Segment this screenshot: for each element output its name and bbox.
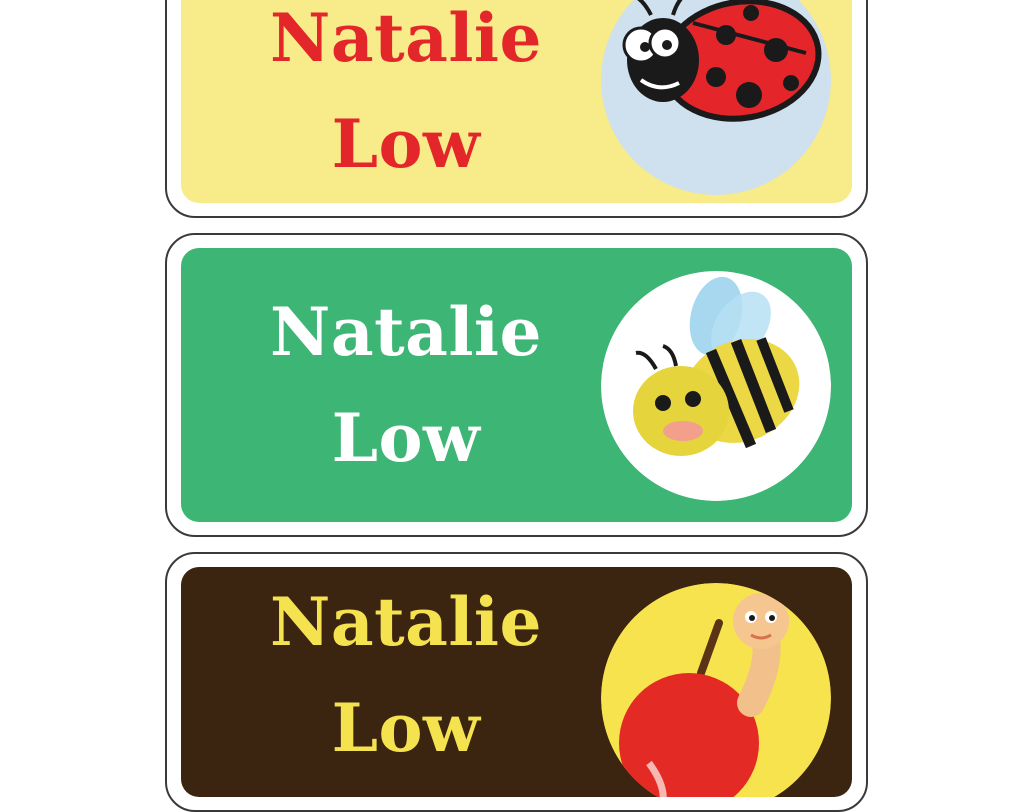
- name-label-bee: Natalie Low: [165, 233, 868, 537]
- bee-icon: [601, 271, 831, 501]
- name-label-apple-worm: Natalie Low: [165, 552, 868, 812]
- label-name: Natalie Low: [201, 0, 611, 203]
- label-name: Natalie Low: [201, 567, 611, 797]
- first-name: Natalie: [270, 0, 542, 77]
- label-name: Natalie Low: [201, 248, 611, 522]
- name-label-ladybug: Natalie Low: [165, 0, 868, 218]
- first-name: Natalie: [270, 583, 542, 661]
- first-name: Natalie: [270, 293, 542, 371]
- last-name: Low: [331, 689, 481, 767]
- label-background: Natalie Low: [181, 0, 852, 203]
- apple-worm-icon: [601, 583, 831, 797]
- label-background: Natalie Low: [181, 248, 852, 522]
- ladybug-icon: [601, 0, 831, 195]
- label-background: Natalie Low: [181, 567, 852, 797]
- last-name: Low: [331, 105, 481, 183]
- last-name: Low: [331, 399, 481, 477]
